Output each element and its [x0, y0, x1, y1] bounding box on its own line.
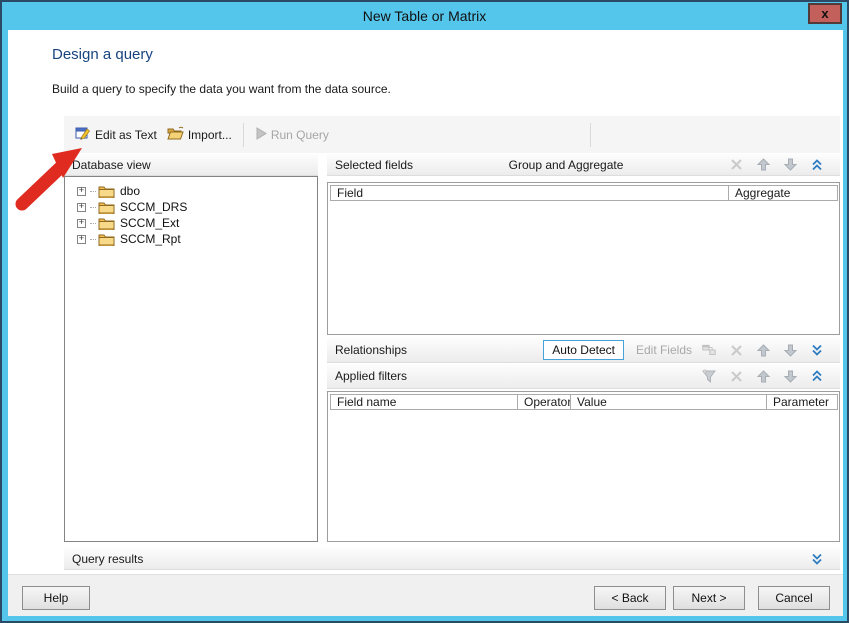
relationships-title: Relationships: [335, 343, 407, 357]
toolbar-separator: [243, 123, 244, 147]
next-button[interactable]: Next >: [673, 586, 745, 610]
column-header-field[interactable]: Field: [330, 185, 729, 201]
import-folder-icon: [167, 126, 184, 143]
column-header-aggregate[interactable]: Aggregate: [728, 185, 838, 201]
add-relationship-icon[interactable]: [702, 343, 716, 357]
tree-item-sccm-ext[interactable]: + SCCM_Ext: [65, 215, 317, 231]
tree-item-label: SCCM_Ext: [120, 216, 179, 230]
move-up-icon[interactable]: [756, 369, 770, 383]
expand-section-icon[interactable]: [810, 343, 824, 357]
relationships-header: Relationships Auto Detect Edit Fields: [327, 338, 840, 363]
database-view-header: Database view: [64, 154, 318, 176]
dialog-body: Design a query Build a query to specify …: [8, 30, 843, 574]
tree-connector: [90, 207, 96, 208]
window-title: New Table or Matrix: [2, 8, 847, 24]
selected-fields-header: Selected fields Group and Aggregate: [327, 154, 840, 176]
folder-icon: [98, 185, 115, 198]
applied-filters-title: Applied filters: [335, 369, 407, 383]
delete-field-icon[interactable]: [729, 158, 743, 172]
close-button[interactable]: x: [808, 3, 842, 24]
move-down-icon[interactable]: [783, 343, 797, 357]
edit-fields-button[interactable]: Edit Fields: [636, 343, 692, 357]
move-up-icon[interactable]: [756, 158, 770, 172]
cancel-button[interactable]: Cancel: [758, 586, 830, 610]
move-down-icon[interactable]: [783, 158, 797, 172]
folder-icon: [98, 201, 115, 214]
expand-icon[interactable]: +: [77, 235, 86, 244]
column-header-parameter[interactable]: Parameter: [766, 394, 838, 410]
tree-item-sccm-drs[interactable]: + SCCM_DRS: [65, 199, 317, 215]
applied-filters-table: Field name Operator Value Parameter: [327, 391, 840, 542]
edit-as-text-button[interactable]: Edit as Text: [70, 122, 162, 147]
expand-section-icon[interactable]: [810, 552, 824, 566]
tree-item-label: dbo: [120, 184, 140, 198]
dialog-window: New Table or Matrix x Design a query Bui…: [0, 0, 849, 623]
query-results-title: Query results: [72, 552, 143, 566]
title-bar[interactable]: New Table or Matrix x: [2, 2, 847, 30]
help-button[interactable]: Help: [22, 586, 90, 610]
tree-item-label: SCCM_Rpt: [120, 232, 181, 246]
toolbar-separator-2: [590, 123, 591, 147]
tree-item-sccm-rpt[interactable]: + SCCM_Rpt: [65, 231, 317, 247]
delete-filter-icon[interactable]: [729, 369, 743, 383]
dialog-footer: Help < Back Next > Cancel: [8, 574, 843, 616]
edit-as-text-icon: [75, 125, 91, 144]
folder-icon: [98, 233, 115, 246]
run-query-label: Run Query: [271, 128, 329, 142]
query-results-header: Query results: [64, 548, 840, 570]
import-label: Import...: [188, 128, 232, 142]
database-view-title: Database view: [72, 158, 151, 172]
delete-relationship-icon[interactable]: [729, 343, 743, 357]
applied-filters-header: Applied filters: [327, 364, 840, 389]
page-subtitle: Build a query to specify the data you wa…: [52, 82, 391, 96]
folder-icon: [98, 217, 115, 230]
selected-fields-title: Selected fields: [335, 158, 413, 172]
move-up-icon[interactable]: [756, 343, 770, 357]
tree-connector: [90, 223, 96, 224]
expand-icon[interactable]: +: [77, 219, 86, 228]
database-tree: + dbo + SCCM_DRS +: [64, 176, 318, 542]
edit-as-text-label: Edit as Text: [95, 128, 157, 142]
import-button[interactable]: Import...: [162, 123, 237, 146]
query-toolbar: Edit as Text Import...: [64, 116, 840, 153]
page-title: Design a query: [52, 46, 153, 63]
add-filter-icon[interactable]: [702, 369, 716, 383]
expand-icon[interactable]: +: [77, 203, 86, 212]
tree-connector: [90, 239, 96, 240]
tree-connector: [90, 191, 96, 192]
column-header-operator[interactable]: Operator: [517, 394, 571, 410]
run-query-button[interactable]: Run Query: [250, 124, 334, 146]
run-query-play-icon: [255, 127, 267, 143]
group-and-aggregate-label: Group and Aggregate: [509, 158, 634, 172]
selected-fields-table: Field Aggregate: [327, 182, 840, 335]
move-down-icon[interactable]: [783, 369, 797, 383]
back-button[interactable]: < Back: [594, 586, 666, 610]
collapse-section-icon[interactable]: [810, 369, 824, 383]
auto-detect-button[interactable]: Auto Detect: [543, 340, 624, 360]
column-header-field-name[interactable]: Field name: [330, 394, 518, 410]
tree-item-label: SCCM_DRS: [120, 200, 187, 214]
tree-item-dbo[interactable]: + dbo: [65, 183, 317, 199]
collapse-section-icon[interactable]: [810, 158, 824, 172]
expand-icon[interactable]: +: [77, 187, 86, 196]
column-header-value[interactable]: Value: [570, 394, 767, 410]
